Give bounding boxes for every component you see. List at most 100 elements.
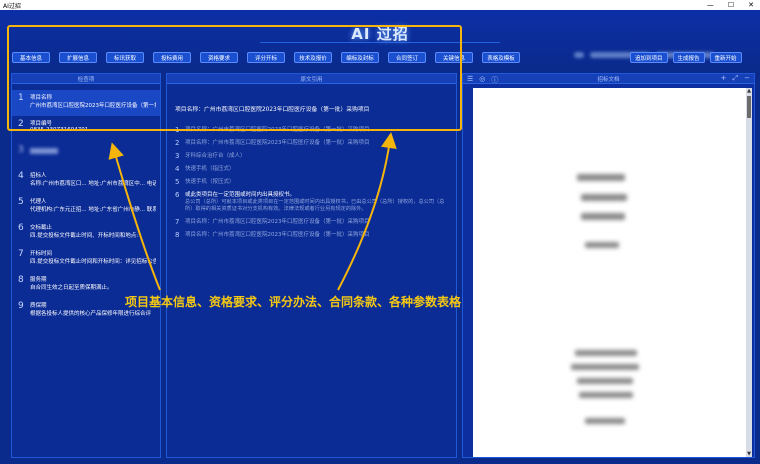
- source-quote-title: 原文引用: [167, 74, 456, 84]
- blurred-text: [585, 418, 625, 424]
- quote-number: 6: [175, 191, 180, 199]
- tab-tender-acquisition[interactable]: 标讯获取: [106, 52, 144, 63]
- blurred-text: [575, 350, 637, 356]
- action-buttons: 追加到项目 生成报告 重新开始: [630, 52, 742, 63]
- document-page: [473, 88, 746, 457]
- check-item[interactable]: 3: [12, 142, 160, 168]
- quote-number: 7: [175, 218, 180, 226]
- list-icon[interactable]: ☰: [467, 75, 473, 85]
- check-item-number: 2: [18, 119, 24, 129]
- source-quote-headline: 项目名称：广州市荔湾区口腔医院2023年口腔医疗设备（第一批）采购项目: [175, 107, 370, 113]
- quote-item[interactable]: 3 牙科综合治疗台（成人）: [175, 152, 450, 160]
- check-item-label: 服务期: [30, 277, 47, 283]
- expand-icon[interactable]: ⤢: [733, 74, 739, 83]
- check-item-number: 6: [18, 223, 24, 233]
- blurred-text: [577, 174, 625, 181]
- tab-bid-cost[interactable]: 投标费用: [153, 52, 191, 63]
- tender-document-title: 招标文档: [463, 74, 754, 84]
- quote-text: 项目名称：广州市荔湾区口腔医院2023年口腔医疗设备（第一批）采购项目: [185, 140, 370, 146]
- user-avatar-blur: [574, 51, 584, 58]
- check-item-number: 5: [18, 197, 24, 207]
- document-toolbar-left: ☰ ◎ ⓘ: [467, 75, 498, 85]
- annotation-text: 项目基本信息、资格要求、评分办法、合同条款、各种参数表格: [125, 295, 462, 309]
- blurred-text: [577, 378, 633, 384]
- scroll-up-icon[interactable]: ▲: [746, 88, 752, 94]
- quote-number: 5: [175, 178, 180, 186]
- tab-key-info[interactable]: 关键信息: [435, 52, 473, 63]
- blurred-text: [571, 364, 639, 370]
- quote-item[interactable]: 6 或此类项目在一定范围或时间内出具授权书。 总公司（总所）可就本项目或此类项目…: [175, 191, 450, 213]
- check-item[interactable]: 1 项目名称 广州市荔湾区口腔医院2023年口腔医疗设备（第一批）: [12, 90, 160, 116]
- check-item-label: 开标时间: [30, 251, 53, 257]
- add-icon[interactable]: +: [721, 74, 727, 83]
- check-item-value: 0835-230Z31604701: [30, 127, 89, 133]
- document-toolbar-right: + ⤢ −: [721, 74, 750, 83]
- globe-icon[interactable]: ◎: [479, 75, 485, 85]
- category-tabs: 基本信息 扩展信息 标讯获取 投标费用 资格要求 评分开标 技术及报价 编标及封…: [12, 52, 520, 63]
- quote-text: 快速手机（按压式）: [185, 179, 235, 185]
- check-item-label: 项目名称: [30, 95, 53, 101]
- scroll-thumb[interactable]: [747, 96, 751, 118]
- blurred-text: [585, 242, 619, 248]
- quote-number: 8: [175, 231, 180, 239]
- quote-item[interactable]: 8 项目名称：广州市荔湾区口腔医院2023年口腔医疗设备（第一批）采购项目: [175, 231, 450, 239]
- quote-text: 或此类项目在一定范围或时间内出具授权书。: [185, 192, 296, 198]
- check-items-panel: 检查项 1 项目名称 广州市荔湾区口腔医院2023年口腔医疗设备（第一批） 2 …: [11, 73, 161, 458]
- tab-contract[interactable]: 合同签订: [388, 52, 426, 63]
- generate-report-button[interactable]: 生成报告: [672, 52, 705, 63]
- scroll-down-icon[interactable]: ▼: [746, 451, 752, 457]
- window-titlebar: AI过招 — ☐ ✕: [0, 0, 760, 10]
- close-button[interactable]: ✕: [748, 1, 754, 9]
- check-item[interactable]: 5 代理人 代理机构:广东元正招... 地址:广东省广州市静... 联系: [12, 194, 160, 220]
- maximize-button[interactable]: ☐: [728, 1, 734, 9]
- quote-item[interactable]: 4 快速手机（指压式）: [175, 165, 450, 173]
- quote-item[interactable]: 2 项目名称：广州市荔湾区口腔医院2023年口腔医疗设备（第一批）采购项目: [175, 139, 450, 147]
- quote-number: 3: [175, 152, 180, 160]
- document-scrollbar[interactable]: ▲ ▼: [746, 88, 752, 457]
- check-item-label: 交标截止: [30, 225, 53, 231]
- quote-item[interactable]: 5 快速手机（按压式）: [175, 178, 450, 186]
- quote-text: 项目名称：广州市荔湾区口腔医院2023年口腔医疗设备（第一批）采购项目: [185, 219, 370, 225]
- restart-button[interactable]: 重新开始: [709, 52, 742, 63]
- check-item-number: 7: [18, 249, 24, 259]
- blurred-text: [581, 213, 625, 220]
- check-item[interactable]: 6 交标截止 四.提交投标文件截止时间、开标时间和地点:: [12, 220, 160, 246]
- header-decoration: [260, 40, 500, 43]
- blurred-text: [579, 392, 633, 398]
- minimize-button[interactable]: —: [707, 1, 714, 9]
- tab-extended-info[interactable]: 扩展信息: [59, 52, 97, 63]
- check-item-label: 招标人: [30, 173, 47, 179]
- tab-qualification[interactable]: 资格要求: [200, 52, 238, 63]
- check-item-number: 9: [18, 301, 24, 311]
- quote-item[interactable]: 7 项目名称：广州市荔湾区口腔医院2023年口腔医疗设备（第一批）采购项目: [175, 218, 450, 226]
- tab-tech-quote[interactable]: 技术及报价: [294, 52, 332, 63]
- quote-text: 项目名称：广州市荔湾区口腔医院2023年口腔医疗设备（第一批）采购项目: [185, 232, 370, 238]
- check-item-value: 四.提交投标文件截止时间、开标时间和地点:: [30, 233, 139, 239]
- check-item[interactable]: 2 项目编号 0835-230Z31604701: [12, 116, 160, 142]
- tab-forms-templates[interactable]: 表格及模板: [482, 52, 520, 63]
- info-icon[interactable]: ⓘ: [491, 75, 498, 85]
- check-item-value: 代理机构:广东元正招... 地址:广东省广州市静... 联系: [30, 207, 156, 213]
- check-item-number: 8: [18, 275, 24, 285]
- check-item-value: 自合同生效之日起至质保期满止。: [30, 285, 113, 291]
- minus-icon[interactable]: −: [744, 74, 750, 83]
- check-item-label: 代理人: [30, 199, 47, 205]
- check-item[interactable]: 4 招标人 名称:广州市荔湾区口... 地址:广州市荔湾区中... 电话: [12, 168, 160, 194]
- quote-number: 2: [175, 139, 180, 147]
- quote-item[interactable]: 1 项目名称：广州市荔湾区口腔医院2023年口腔医疗设备（第一批）采购项目: [175, 126, 450, 134]
- check-items-title: 检查项: [12, 74, 160, 84]
- tab-basic-info[interactable]: 基本信息: [12, 52, 50, 63]
- tender-document-panel: 招标文档 ☰ ◎ ⓘ + ⤢ − ▲ ▼: [462, 73, 755, 458]
- check-item-number: 1: [18, 93, 24, 103]
- check-item-number: 3: [18, 145, 24, 155]
- check-item[interactable]: 7 开标时间 四.提交投标文件截止时间和开标时间：详见招标公告: [12, 246, 160, 272]
- tab-scoring-opening[interactable]: 评分开标: [247, 52, 285, 63]
- quote-text: 项目名称：广州市荔湾区口腔医院2023年口腔医疗设备（第一批）采购项目: [185, 127, 370, 133]
- check-item-number: 4: [18, 171, 24, 181]
- check-item-value: 名称:广州市荔湾区口... 地址:广州市荔湾区中... 电话: [30, 181, 156, 187]
- add-to-project-button[interactable]: 追加到项目: [630, 52, 668, 63]
- window-controls: — ☐ ✕: [707, 1, 760, 9]
- quote-number: 4: [175, 165, 180, 173]
- tab-compile-seal[interactable]: 编标及封标: [341, 52, 379, 63]
- quote-text: 快速手机（指压式）: [185, 166, 235, 172]
